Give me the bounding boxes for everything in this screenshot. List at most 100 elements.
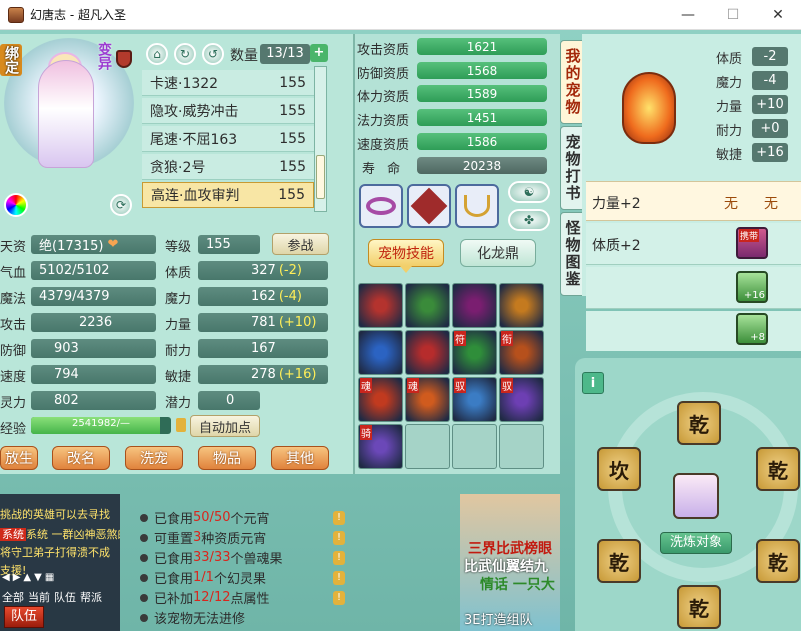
pet-list-item[interactable]: 隐攻·威势冲击 155 <box>142 98 314 124</box>
info-coin-icon[interactable]: ! <box>333 570 345 585</box>
home-icon[interactable]: ⌂ <box>146 43 168 65</box>
pet-skill-icon[interactable] <box>405 283 450 328</box>
close-button[interactable]: ✕ <box>755 0 801 30</box>
pet-skill-icon[interactable] <box>452 283 497 328</box>
collar-equip-slot[interactable] <box>359 184 403 228</box>
info-icon[interactable]: i <box>582 372 604 394</box>
system-badge: 系统 <box>0 528 26 541</box>
con-value: 327 (-2) <box>198 261 328 280</box>
skill-mark: 魂 <box>360 378 372 393</box>
armor-equip-slot[interactable] <box>407 184 451 228</box>
yin-yang-icon[interactable]: ☯ <box>508 181 550 203</box>
info-coin-icon[interactable]: ! <box>333 550 345 565</box>
wash-target-avatar[interactable] <box>673 473 719 519</box>
skill-mark: 骑 <box>360 425 372 440</box>
pet-skill-icon[interactable]: 魂 <box>358 377 403 422</box>
tab-dragon-cauldron[interactable]: 化龙鼎 <box>460 239 536 267</box>
pet-skill-icon[interactable] <box>499 283 544 328</box>
chat-scroll-right[interactable]: ▶ <box>13 572 21 583</box>
pet-list-item-selected[interactable]: 高连·血攻审判 155 <box>142 182 314 208</box>
tab-pet-skills[interactable]: 宠物技能 <box>368 239 444 267</box>
talent-value: 绝(17315) ❤ <box>31 235 156 254</box>
pet-list-item[interactable]: 贪狼·2号 155 <box>142 154 314 180</box>
empty-skill-slot[interactable] <box>499 424 544 469</box>
event-banner[interactable]: 三界比武榜眼 比武仙翼结九 情话 一只大 3E打造组队 <box>460 494 560 631</box>
mp-value: 4379/4379 <box>31 287 156 306</box>
empty-skill-slot[interactable] <box>405 424 450 469</box>
scroll-thumb[interactable] <box>316 155 325 199</box>
feed-info-line: 可重置 3 种资质元宵! <box>140 528 345 547</box>
exp-coin-icon <box>176 418 186 432</box>
chat-channel-current[interactable]: 当前 <box>28 589 50 605</box>
attr-label: 力量 <box>716 100 743 115</box>
pet-skill-icon[interactable] <box>405 330 450 375</box>
pet-skill-icon[interactable]: 驭 <box>499 377 544 422</box>
life-value: 20238 <box>417 157 547 174</box>
refresh-icon[interactable]: ⟳ <box>110 194 132 216</box>
pet-skill-icon[interactable]: 骑 <box>358 424 403 469</box>
equip-row[interactable]: 体质+2 携带 <box>586 223 801 265</box>
skill-mark: 驭 <box>501 378 513 393</box>
auto-add-button[interactable]: 自动加点 <box>190 415 260 437</box>
pet-skill-icon[interactable]: 驭 <box>452 377 497 422</box>
color-wheel-icon[interactable] <box>4 193 28 217</box>
chat-scroll-left[interactable]: ◀ <box>2 572 10 583</box>
rotate-icon[interactable]: ↻ <box>174 43 196 65</box>
add-quantity-button[interactable]: + <box>310 44 328 62</box>
endurance-book-icon: +8 <box>736 313 768 345</box>
chat-channel-team[interactable]: 队伍 <box>54 589 76 605</box>
rune-slot[interactable]: 乾 <box>756 447 800 491</box>
info-coin-icon[interactable]: ! <box>333 510 345 525</box>
equip-row[interactable]: 力量+2 无 无 <box>586 181 801 221</box>
pet-list-item[interactable]: 尾速·不屈163 155 <box>142 126 314 152</box>
pet-list-item[interactable]: 卡速·1322 155 <box>142 70 314 96</box>
rotate-back-icon[interactable]: ↺ <box>202 43 224 65</box>
info-coin-icon[interactable]: ! <box>333 530 345 545</box>
empty-skill-slot[interactable] <box>452 424 497 469</box>
chat-scroll-up[interactable]: ▲ <box>23 572 31 583</box>
skill-mark: 魂 <box>407 378 419 393</box>
wash-target-label: 洗炼对象 <box>660 532 732 554</box>
bullet-icon <box>140 613 148 622</box>
equip-row[interactable]: +16 <box>586 267 801 309</box>
other-button[interactable]: 其他 <box>271 446 329 470</box>
chat-channel-all[interactable]: 全部 <box>2 589 24 605</box>
pet-skill-icon[interactable] <box>358 283 403 328</box>
rename-button[interactable]: 改名 <box>52 446 110 470</box>
attr-value: +10 <box>752 95 788 114</box>
release-button[interactable]: 放生 <box>0 446 38 470</box>
pet-skill-icon[interactable] <box>358 330 403 375</box>
minimize-button[interactable]: — <box>665 0 711 30</box>
team-button[interactable]: 队伍 <box>4 606 44 628</box>
rune-slot[interactable]: 乾 <box>677 401 721 445</box>
def-value: 903 <box>31 339 156 358</box>
exp-bar: 2541982/— <box>31 417 171 434</box>
items-button[interactable]: 物品 <box>198 446 256 470</box>
equip-row[interactable]: +8 <box>586 311 801 351</box>
chat-scroll-down[interactable]: ▼ <box>34 572 42 583</box>
paw-icon[interactable]: ✤ <box>508 209 550 231</box>
apt-label: 攻击资质 <box>357 43 410 58</box>
feed-info-line: 已食用 33/33 个兽魂果! <box>140 548 345 567</box>
necklace-equip-slot[interactable] <box>455 184 499 228</box>
apt-label: 防御资质 <box>357 67 410 82</box>
rune-slot[interactable]: 乾 <box>597 539 641 583</box>
battle-button[interactable]: 参战 <box>272 233 329 255</box>
agility-book-icon: +16 <box>736 271 768 303</box>
rune-slot[interactable]: 乾 <box>677 585 721 629</box>
atk-label: 攻击 <box>0 318 27 333</box>
pet-skill-icon[interactable]: 衔 <box>499 330 544 375</box>
rune-slot[interactable]: 乾 <box>756 539 800 583</box>
maximize-button[interactable]: ☐ <box>710 0 756 30</box>
chat-channel-guild[interactable]: 帮派 <box>80 589 102 605</box>
pet-list-scrollbar[interactable] <box>314 66 327 212</box>
pet-skill-icon[interactable]: 魂 <box>405 377 450 422</box>
wash-pet-button[interactable]: 洗宠 <box>125 446 183 470</box>
info-coin-icon[interactable]: ! <box>333 590 345 605</box>
pet-skill-icon[interactable]: 符 <box>452 330 497 375</box>
attr-label: 耐力 <box>716 124 743 139</box>
rune-slot[interactable]: 坎 <box>597 447 641 491</box>
atk-value: 2236 <box>31 313 156 332</box>
chat-lock-icon[interactable]: ▦ <box>45 572 54 583</box>
necklace-icon <box>464 195 490 217</box>
